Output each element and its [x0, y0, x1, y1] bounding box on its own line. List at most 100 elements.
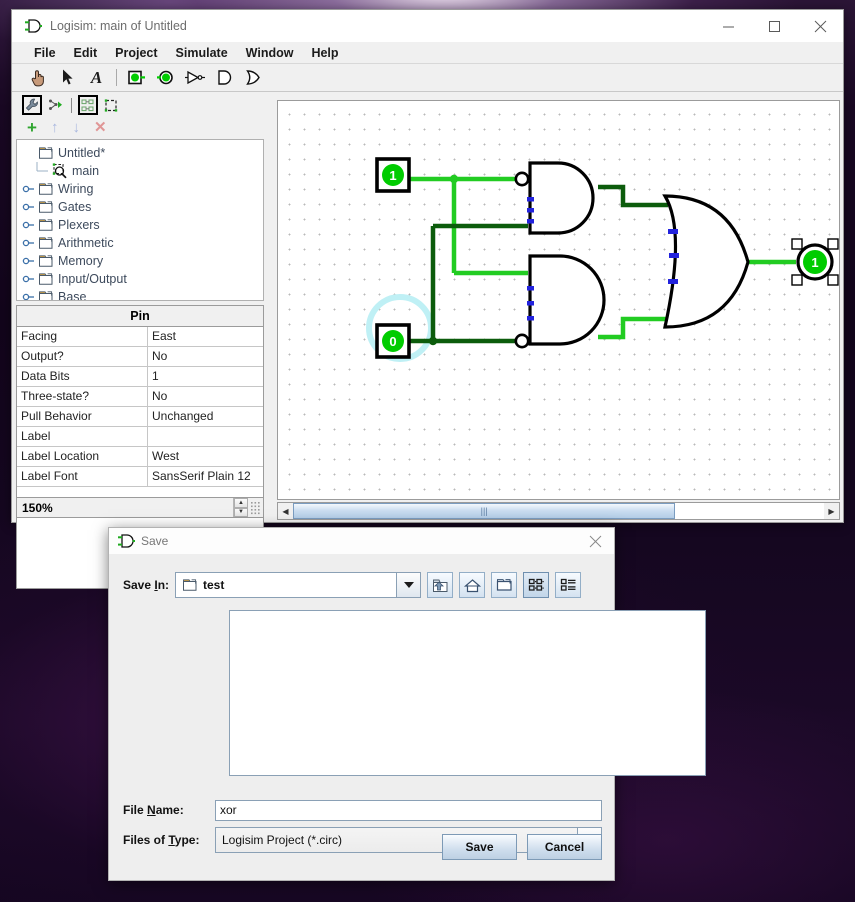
circuit-appearance-button[interactable]: [101, 95, 121, 115]
not-gate-tool-button[interactable]: [180, 66, 209, 90]
tree-item-plexers[interactable]: Plexers: [21, 216, 263, 234]
poke-tool-button[interactable]: [24, 66, 53, 90]
simulation-tree-button[interactable]: [45, 95, 65, 115]
tree-item-base[interactable]: Base: [21, 288, 263, 301]
file-name-label: File Name:: [123, 803, 184, 817]
menu-bar: File Edit Project Simulate Window Help: [12, 42, 843, 64]
tree-item-project[interactable]: Untitled*: [21, 144, 263, 162]
delete-button[interactable]: ✕: [94, 120, 107, 135]
attr-value[interactable]: 1: [148, 367, 263, 386]
save-in-label: Save In:: [123, 578, 170, 592]
tree-item-main-circuit[interactable]: main: [21, 162, 263, 180]
expander-icon[interactable]: [21, 256, 36, 266]
attr-key: Pull Behavior: [17, 407, 148, 426]
cancel-button[interactable]: Cancel: [527, 834, 602, 860]
select-tool-button[interactable]: [53, 66, 82, 90]
folder-icon: [183, 579, 197, 591]
go-up-button[interactable]: [427, 572, 453, 598]
input-marker: [527, 316, 534, 321]
canvas-horizontal-scrollbar[interactable]: ◀ ||| ▶: [277, 502, 840, 520]
input-marker: [668, 279, 678, 284]
menu-help[interactable]: Help: [302, 42, 347, 64]
menu-window[interactable]: Window: [237, 42, 303, 64]
expander-icon[interactable]: [21, 202, 36, 212]
zoom-in-button[interactable]: ▲: [234, 498, 248, 508]
expander-icon[interactable]: [21, 238, 36, 248]
scroll-thumb[interactable]: |||: [293, 503, 676, 519]
file-name-input[interactable]: [215, 799, 602, 821]
menu-simulate[interactable]: Simulate: [167, 42, 237, 64]
project-explorer-tree[interactable]: Untitled* main Wiring Gates Plexers Arit…: [16, 139, 264, 301]
chevron-down-icon[interactable]: [396, 573, 420, 597]
input-pin-tool-button[interactable]: [122, 66, 151, 90]
logisim-app-icon: [22, 19, 44, 33]
tree-item-wiring[interactable]: Wiring: [21, 180, 263, 198]
table-row[interactable]: Label: [17, 427, 263, 447]
table-row[interactable]: Label Font SansSerif Plain 12: [17, 467, 263, 487]
or-gate-tool-button[interactable]: [238, 66, 267, 90]
tree-item-label: Base: [58, 290, 87, 301]
tree-item-arithmetic[interactable]: Arithmetic: [21, 234, 263, 252]
attr-value[interactable]: East: [148, 327, 263, 346]
move-up-button[interactable]: ↑: [51, 120, 59, 135]
table-row[interactable]: Output? No: [17, 347, 263, 367]
attr-value[interactable]: No: [148, 347, 263, 366]
and-gate-tool-button[interactable]: [209, 66, 238, 90]
save-in-combo[interactable]: test: [175, 572, 421, 598]
tree-item-label: Gates: [58, 200, 92, 214]
details-view-button[interactable]: [555, 572, 581, 598]
dialog-close-button[interactable]: [582, 528, 608, 554]
attr-value[interactable]: No: [148, 387, 263, 406]
menu-edit[interactable]: Edit: [65, 42, 107, 64]
move-down-button[interactable]: ↓: [72, 120, 80, 135]
tiles-view-button[interactable]: [523, 572, 549, 598]
resize-grip[interactable]: [248, 498, 263, 517]
scroll-left-button[interactable]: ◀: [278, 503, 293, 519]
new-folder-button[interactable]: [491, 572, 517, 598]
input-pin-a-value[interactable]: 1: [377, 159, 409, 191]
zoom-out-button[interactable]: ▼: [234, 507, 248, 517]
table-row[interactable]: Facing East: [17, 327, 263, 347]
title-bar: Logisim: main of Untitled: [12, 10, 843, 42]
attr-key: Three-state?: [17, 387, 148, 406]
tree-item-gates[interactable]: Gates: [21, 198, 263, 216]
table-row[interactable]: Data Bits 1: [17, 367, 263, 387]
expander-icon[interactable]: [21, 292, 36, 300]
output-pin-tool-button[interactable]: [151, 66, 180, 90]
attr-value[interactable]: SansSerif Plain 12: [148, 467, 263, 486]
minimize-button[interactable]: [705, 10, 751, 42]
menu-file[interactable]: File: [25, 42, 65, 64]
zoom-spinner[interactable]: ▲ ▼: [233, 498, 248, 517]
canvas-grid: 1 0 1: [278, 101, 839, 499]
attr-value[interactable]: [148, 427, 263, 446]
table-row[interactable]: Pull Behavior Unchanged: [17, 407, 263, 427]
home-button[interactable]: [459, 572, 485, 598]
wrench-tool-button[interactable]: [22, 95, 42, 115]
table-row[interactable]: Label Location West: [17, 447, 263, 467]
layout-view-button[interactable]: [78, 95, 98, 115]
circuit-magnifier-icon: [50, 163, 70, 179]
tree-item-label: Plexers: [58, 218, 100, 232]
scroll-track[interactable]: |||: [293, 503, 824, 519]
maximize-button[interactable]: [751, 10, 797, 42]
attr-value[interactable]: Unchanged: [148, 407, 263, 426]
inverted-input-bubble: [514, 333, 530, 349]
file-list[interactable]: [229, 610, 706, 776]
add-button[interactable]: +: [27, 119, 37, 136]
explorer-toolbar-separator: [71, 97, 72, 113]
text-tool-button[interactable]: A: [82, 66, 111, 90]
input-pin-b-value[interactable]: 0: [377, 325, 409, 357]
menu-project[interactable]: Project: [106, 42, 166, 64]
scroll-right-button[interactable]: ▶: [824, 503, 839, 519]
attr-value[interactable]: West: [148, 447, 263, 466]
circuit-canvas[interactable]: 1 0 1: [277, 100, 840, 500]
folder-icon: [36, 237, 56, 249]
tree-item-input-output[interactable]: Input/Output: [21, 270, 263, 288]
tree-item-memory[interactable]: Memory: [21, 252, 263, 270]
table-row[interactable]: Three-state? No: [17, 387, 263, 407]
expander-icon[interactable]: [21, 184, 36, 194]
close-button[interactable]: [797, 10, 843, 42]
save-button[interactable]: Save: [442, 834, 517, 860]
expander-icon[interactable]: [21, 274, 36, 284]
expander-icon[interactable]: [21, 220, 36, 230]
